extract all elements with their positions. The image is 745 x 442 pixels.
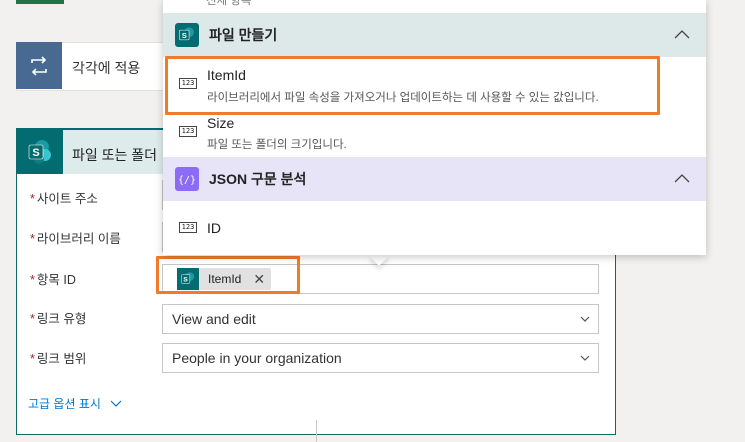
item-description: 파일 또는 폴더의 크기입니다.: [207, 139, 347, 151]
connector-line: [316, 420, 317, 442]
chevron-down-icon: [580, 316, 590, 322]
link-scope-label: * 링크 범위: [30, 352, 87, 366]
json-icon: {/}: [175, 167, 199, 191]
svg-text:S: S: [182, 31, 187, 40]
dynamic-item-id[interactable]: [163, 203, 706, 253]
item-title: ID: [207, 220, 221, 236]
sharepoint-icon: S: [17, 130, 63, 174]
chevron-down-icon: [110, 400, 122, 407]
sharepoint-icon: S: [175, 23, 199, 47]
number-icon: 123: [179, 222, 197, 233]
loop-icon: [16, 42, 62, 89]
apply-to-each-label: 각각에 적용: [72, 60, 141, 76]
panel-top-text: 전체 항목: [206, 0, 252, 7]
chevron-down-icon: [580, 355, 590, 361]
section-title: 파일 만들기: [209, 27, 278, 43]
highlight-box: [165, 56, 660, 115]
section-header-create-file[interactable]: S 파일 만들기: [163, 13, 706, 57]
svg-text:{/}: {/}: [179, 175, 195, 186]
svg-text:S: S: [32, 147, 39, 159]
section-title: JSON 구문 분석: [209, 171, 307, 187]
chevron-up-icon[interactable]: [674, 173, 690, 183]
section-header-parse-json[interactable]: {/} JSON 구문 분석: [163, 157, 706, 201]
number-icon: 123: [179, 126, 197, 137]
card-title: 파일 또는 폴더: [72, 147, 158, 163]
item-id-label: * 항목 ID: [30, 273, 76, 287]
library-name-label: * 라이브러리 이름: [30, 232, 121, 246]
link-type-value: View and edit: [172, 311, 256, 327]
link-type-select[interactable]: View and edit: [162, 304, 599, 334]
previous-step-edge: [16, 0, 64, 4]
chevron-up-icon[interactable]: [674, 29, 690, 39]
item-title: Size: [207, 115, 235, 131]
site-address-label: * 사이트 주소: [30, 192, 98, 206]
link-scope-select[interactable]: People in your organization: [162, 343, 599, 373]
highlight-box: [156, 256, 300, 294]
link-type-label: * 링크 유형: [30, 312, 87, 326]
show-advanced-options-link[interactable]: 고급 옵션 표시: [28, 395, 122, 412]
link-scope-value: People in your organization: [172, 350, 342, 366]
